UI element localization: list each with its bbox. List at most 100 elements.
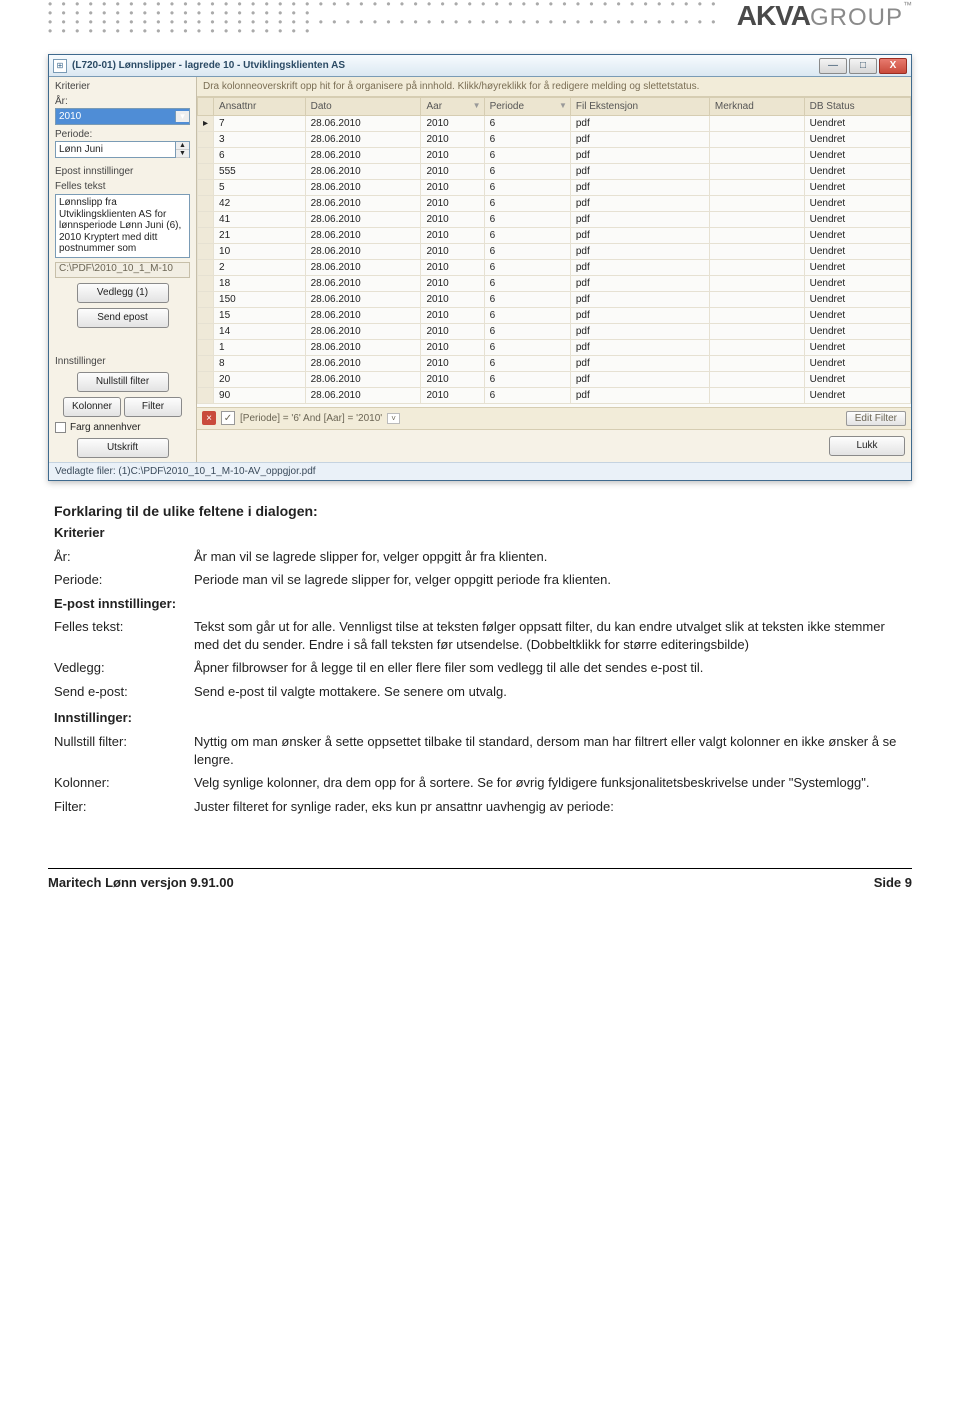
close-dialog-button[interactable]: Lukk xyxy=(829,436,905,456)
table-row[interactable]: 2028.06.201020106pdfUendret xyxy=(198,372,911,388)
filter-expression: [Periode] = '6' And [Aar] = '2010' xyxy=(240,413,382,424)
cell-dato: 28.06.2010 xyxy=(305,292,421,308)
def-send-label: Send e-post: xyxy=(54,681,194,705)
payslip-grid[interactable]: AnsattnrDatoAar▼Periode▼Fil EkstensjonMe… xyxy=(197,97,911,404)
table-row[interactable]: 628.06.201020106pdfUendret xyxy=(198,148,911,164)
cell-ansattnr: 150 xyxy=(214,292,306,308)
column-header[interactable]: Aar▼ xyxy=(421,98,484,116)
chevron-down-icon: ▾ xyxy=(175,111,189,122)
alternate-rows-checkbox[interactable]: Farg annenhver xyxy=(55,422,190,433)
column-header[interactable]: Periode▼ xyxy=(484,98,570,116)
table-row[interactable]: 55528.06.201020106pdfUendret xyxy=(198,164,911,180)
def-reset-label: Nullstill filter: xyxy=(54,731,194,772)
edit-filter-button[interactable]: Edit Filter xyxy=(846,411,906,426)
page-footer: Maritech Lønn versjon 9.91.00 Side 9 xyxy=(48,868,912,890)
table-row[interactable]: 1528.06.201020106pdfUendret xyxy=(198,308,911,324)
attachments-button[interactable]: Vedlegg (1) xyxy=(77,283,169,303)
cell-periode: 6 xyxy=(484,308,570,324)
close-button[interactable]: X xyxy=(879,58,907,74)
column-header[interactable]: Ansattnr xyxy=(214,98,306,116)
cell-dato: 28.06.2010 xyxy=(305,276,421,292)
columns-button[interactable]: Kolonner xyxy=(63,397,121,417)
cell-status: Uendret xyxy=(804,308,910,324)
window-title: (L720-01) Lønnslipper - lagrede 10 - Utv… xyxy=(72,60,819,71)
logo: AKVAGROUP™ xyxy=(737,0,912,32)
table-row[interactable]: 828.06.201020106pdfUendret xyxy=(198,356,911,372)
table-row[interactable]: 528.06.201020106pdfUendret xyxy=(198,180,911,196)
def-email-label: E-post innstillinger: xyxy=(54,593,194,617)
cell-ext: pdf xyxy=(570,308,709,324)
table-row[interactable]: 15028.06.201020106pdfUendret xyxy=(198,292,911,308)
table-row[interactable]: 128.06.201020106pdfUendret xyxy=(198,340,911,356)
filter-enabled-checkbox[interactable]: ✓ xyxy=(221,411,235,425)
common-text-field[interactable]: Lønnslipp fra Utviklingsklienten AS for … xyxy=(55,194,190,258)
path-field[interactable]: C:\PDF\2010_10_1_M-10 xyxy=(55,262,190,278)
group-hint[interactable]: Dra kolonneoverskrift opp hit for å orga… xyxy=(197,77,911,97)
cell-status: Uendret xyxy=(804,244,910,260)
period-spinner[interactable]: Lønn Juni ▲▼ xyxy=(55,141,190,158)
clear-filter-icon[interactable]: × xyxy=(202,411,216,425)
cell-merk xyxy=(709,116,804,132)
alternate-rows-label: Farg annenhver xyxy=(70,422,141,433)
print-button[interactable]: Utskrift xyxy=(77,438,169,458)
def-attachment-label: Vedlegg: xyxy=(54,657,194,681)
def-attachment-text: Åpner filbrowser for å legge til en elle… xyxy=(194,657,918,681)
settings-heading: Innstillinger xyxy=(55,356,190,367)
cell-ext: pdf xyxy=(570,372,709,388)
row-indicator xyxy=(198,180,214,196)
cell-ansattnr: 90 xyxy=(214,388,306,404)
table-row[interactable]: 1428.06.201020106pdfUendret xyxy=(198,324,911,340)
cell-ext: pdf xyxy=(570,164,709,180)
window-footer: Lukk xyxy=(197,429,911,462)
reset-filter-button[interactable]: Nullstill filter xyxy=(77,372,169,392)
year-dropdown[interactable]: 2010 ▾ xyxy=(55,108,190,125)
cell-aar: 2010 xyxy=(421,132,484,148)
def-commontext-label: Felles tekst: xyxy=(54,616,194,657)
cell-ext: pdf xyxy=(570,180,709,196)
row-indicator xyxy=(198,388,214,404)
cell-ext: pdf xyxy=(570,276,709,292)
def-filter-text: Juster filteret for synlige rader, eks k… xyxy=(194,796,918,820)
cell-periode: 6 xyxy=(484,260,570,276)
send-email-button[interactable]: Send epost xyxy=(77,308,169,328)
row-indicator xyxy=(198,372,214,388)
titlebar[interactable]: ⊞ (L720-01) Lønnslipper - lagrede 10 - U… xyxy=(49,55,911,77)
table-row[interactable]: 9028.06.201020106pdfUendret xyxy=(198,388,911,404)
cell-merk xyxy=(709,164,804,180)
column-header[interactable]: DB Status xyxy=(804,98,910,116)
table-row[interactable]: 4228.06.201020106pdfUendret xyxy=(198,196,911,212)
grid-area: Dra kolonneoverskrift opp hit for å orga… xyxy=(197,77,911,462)
table-row[interactable]: ▸728.06.201020106pdfUendret xyxy=(198,116,911,132)
minimize-button[interactable]: — xyxy=(819,58,847,74)
table-row[interactable]: 4128.06.201020106pdfUendret xyxy=(198,212,911,228)
filter-indicator-icon: ▼ xyxy=(473,101,481,110)
def-columns-text: Velg synlige kolonner, dra dem opp for å… xyxy=(194,772,918,796)
innstillinger-subheading: Innstillinger: xyxy=(54,710,912,725)
cell-dato: 28.06.2010 xyxy=(305,148,421,164)
column-header[interactable]: Fil Ekstensjon xyxy=(570,98,709,116)
cell-ansattnr: 6 xyxy=(214,148,306,164)
filter-dropdown-icon[interactable]: ˅ xyxy=(387,413,400,424)
cell-merk xyxy=(709,388,804,404)
cell-dato: 28.06.2010 xyxy=(305,244,421,260)
column-header[interactable]: Dato xyxy=(305,98,421,116)
sidebar: Kriterier År: 2010 ▾ Periode: Lønn Juni … xyxy=(49,77,197,462)
column-header[interactable]: Merknad xyxy=(709,98,804,116)
footer-left: Maritech Lønn versjon 9.91.00 xyxy=(48,875,234,890)
table-row[interactable]: 1028.06.201020106pdfUendret xyxy=(198,244,911,260)
def-send-text: Send e-post til valgte mottakere. Se sen… xyxy=(194,681,918,705)
table-row[interactable]: 1828.06.201020106pdfUendret xyxy=(198,276,911,292)
table-row[interactable]: 2128.06.201020106pdfUendret xyxy=(198,228,911,244)
def-year-label: År: xyxy=(54,546,194,570)
cell-periode: 6 xyxy=(484,340,570,356)
cell-periode: 6 xyxy=(484,292,570,308)
cell-dato: 28.06.2010 xyxy=(305,116,421,132)
row-indicator xyxy=(198,148,214,164)
maximize-button[interactable]: □ xyxy=(849,58,877,74)
cell-merk xyxy=(709,372,804,388)
cell-aar: 2010 xyxy=(421,164,484,180)
table-row[interactable]: 228.06.201020106pdfUendret xyxy=(198,260,911,276)
filter-button[interactable]: Filter xyxy=(124,397,182,417)
table-row[interactable]: 328.06.201020106pdfUendret xyxy=(198,132,911,148)
cell-ansattnr: 7 xyxy=(214,116,306,132)
